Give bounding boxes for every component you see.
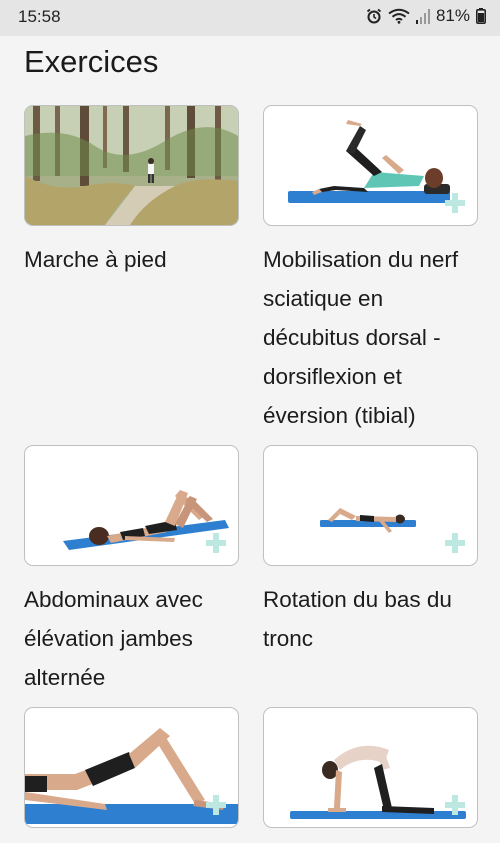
status-bar: 15:58 81%	[0, 0, 500, 36]
exercise-thumbnail	[263, 105, 478, 226]
forest-path-image	[25, 106, 238, 225]
wifi-icon	[388, 8, 410, 24]
status-time: 15:58	[18, 7, 61, 26]
battery-icon	[476, 8, 486, 24]
exercise-thumbnail	[24, 105, 239, 226]
add-icon	[445, 533, 465, 553]
exercise-card[interactable]: Abdominaux avec élévation jambes alterné…	[24, 445, 239, 697]
exercise-card[interactable]	[263, 707, 478, 828]
exercise-title: Marche à pied	[24, 247, 167, 272]
alarm-icon	[366, 8, 382, 24]
add-icon	[206, 795, 226, 815]
exercise-thumbnail	[263, 707, 478, 828]
page-title: Exercices	[24, 44, 159, 79]
exercise-card[interactable]: Mobilisation du nerf sciatique en décubi…	[263, 105, 478, 435]
battery-percentage: 81%	[435, 6, 470, 25]
exercise-card[interactable]: Rotation du bas du tronc	[263, 445, 478, 658]
add-icon	[445, 795, 465, 815]
exercise-thumbnail	[24, 707, 239, 828]
exercise-thumbnail	[24, 445, 239, 566]
signal-icon	[415, 8, 430, 24]
exercise-title: Mobilisation du nerf sciatique en décubi…	[263, 247, 459, 428]
add-icon	[445, 193, 465, 213]
exercise-title: Abdominaux avec élévation jambes alterné…	[24, 587, 203, 690]
exercise-thumbnail	[263, 445, 478, 566]
status-icons: 81%	[366, 6, 486, 26]
exercise-title: Rotation du bas du tronc	[263, 587, 452, 651]
exercise-card[interactable]: Marche à pied	[24, 105, 239, 279]
exercise-card[interactable]	[24, 707, 239, 828]
add-icon	[206, 533, 226, 553]
